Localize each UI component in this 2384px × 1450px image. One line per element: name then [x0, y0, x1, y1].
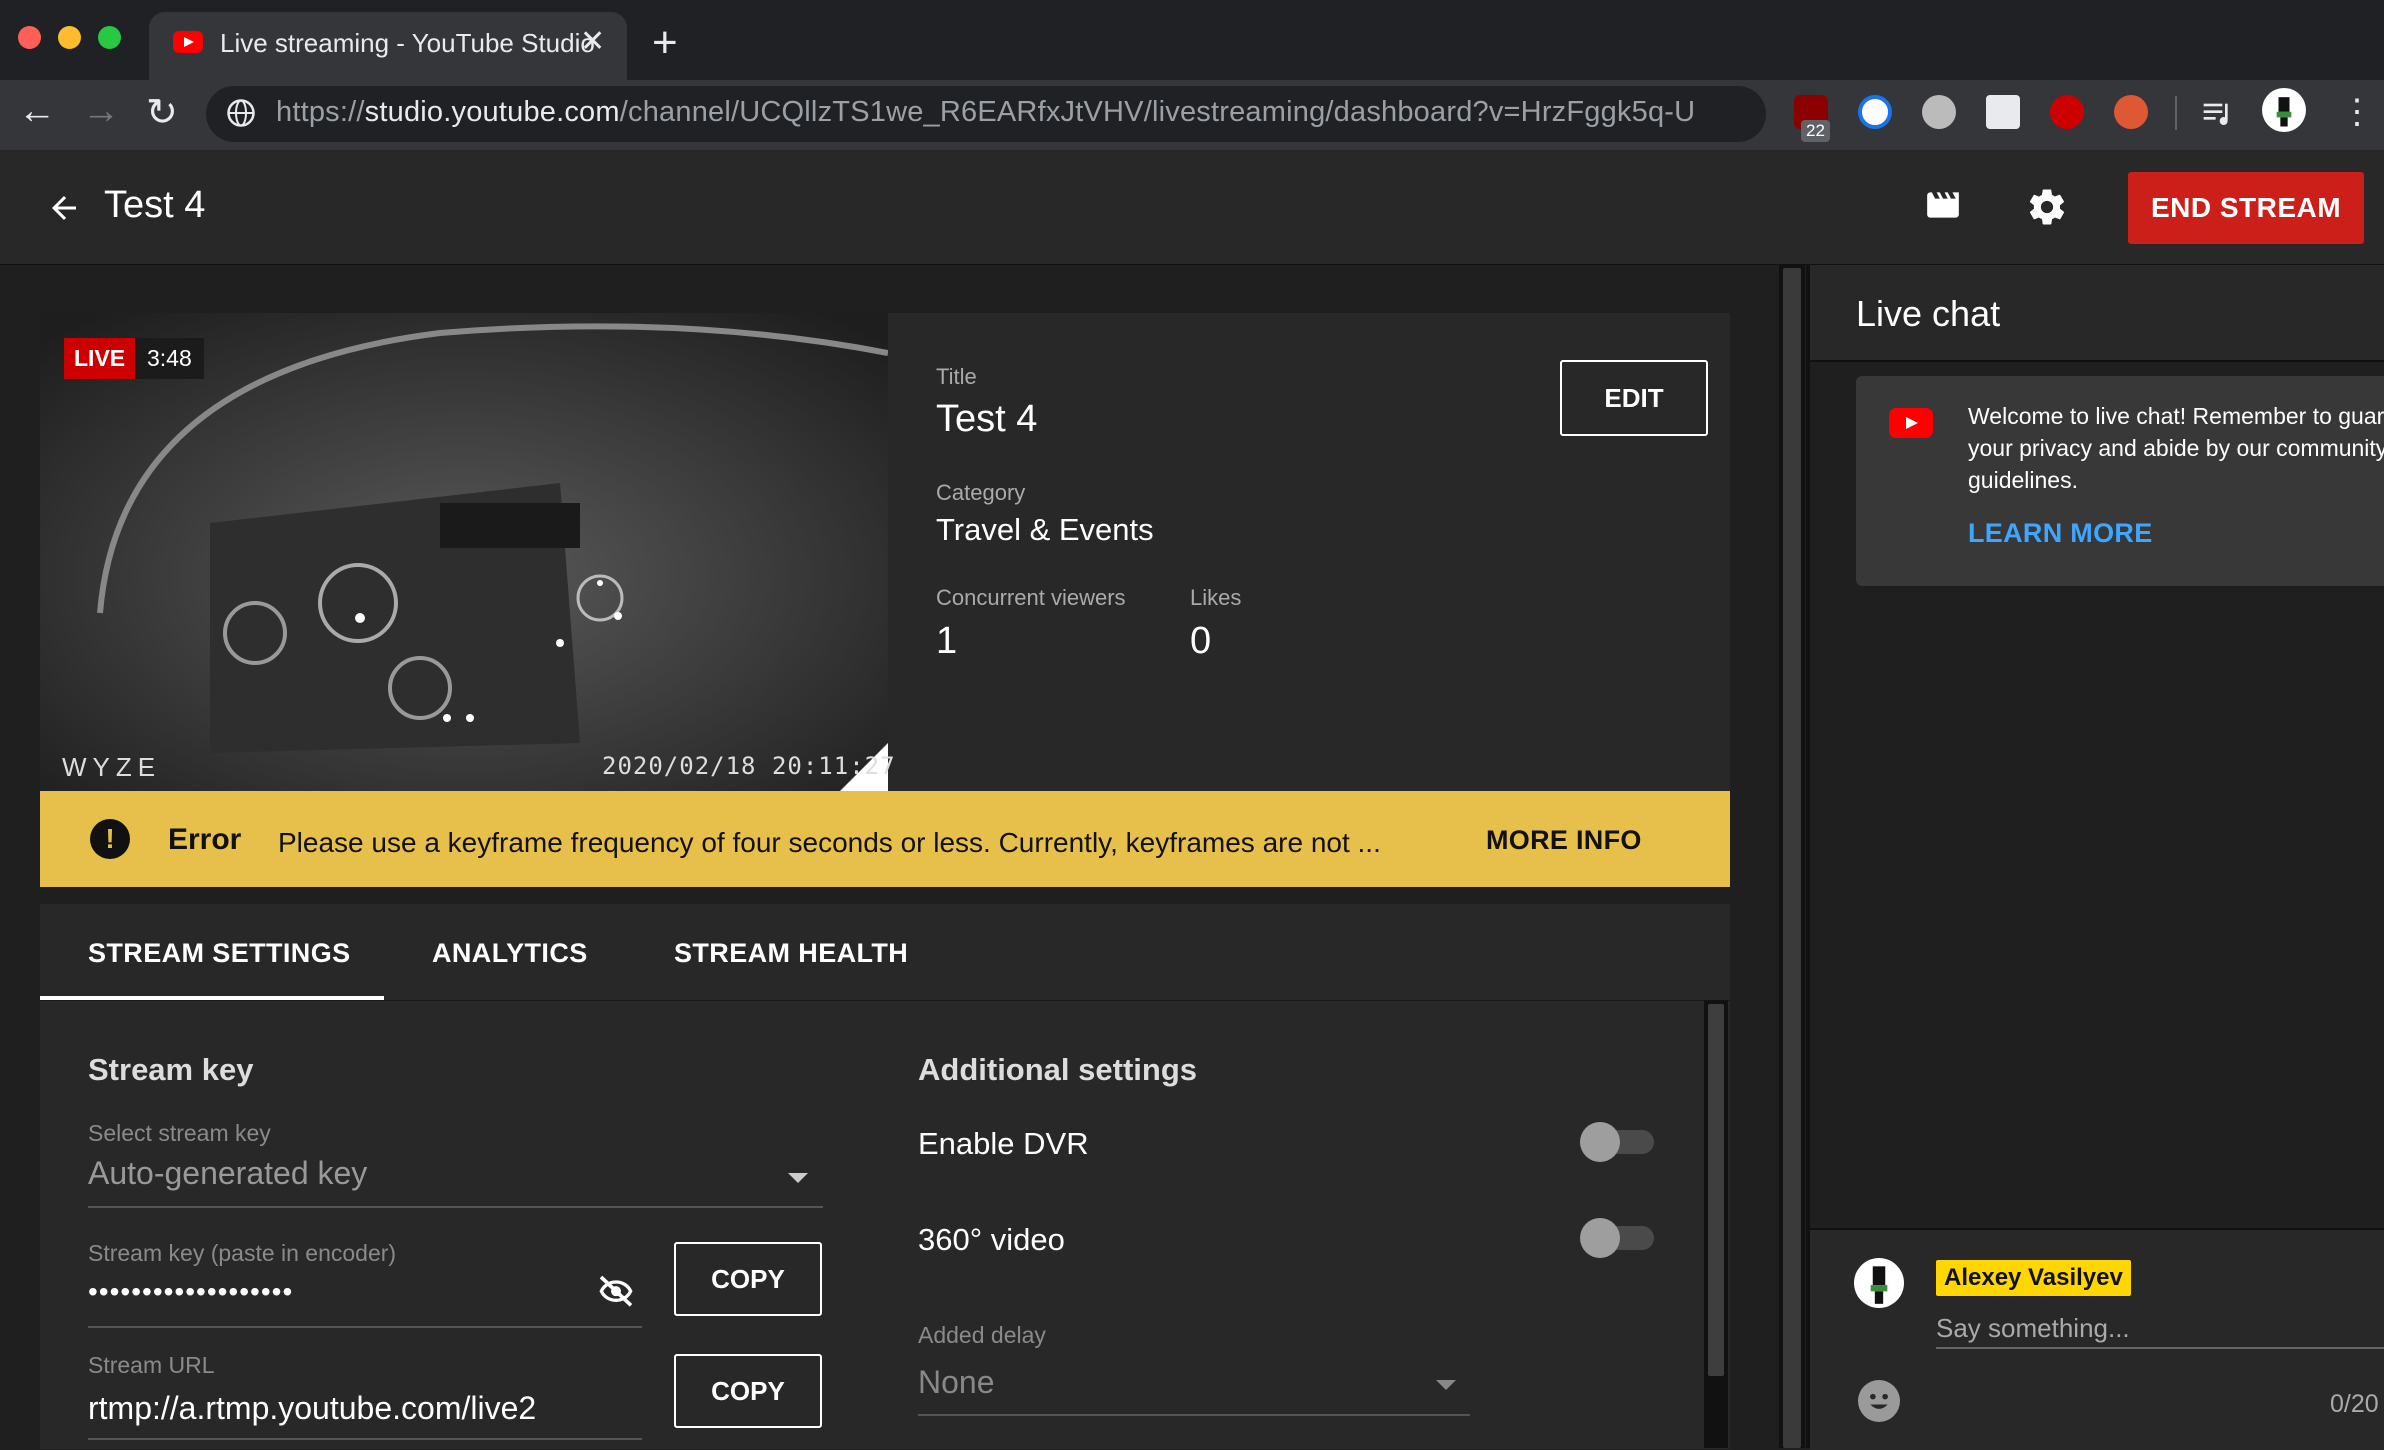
url-host: studio.youtube.com: [364, 96, 620, 128]
toolbar-separator: [2175, 96, 2177, 130]
page-title: Test 4: [104, 184, 206, 226]
select-underline: [88, 1206, 823, 1208]
stream-url-underline: [88, 1438, 642, 1440]
emoji-icon[interactable]: [1858, 1380, 1900, 1422]
extension-badge: 22: [1801, 120, 1830, 142]
settings-scrollbar-thumb[interactable]: [1708, 1004, 1724, 1376]
edit-button[interactable]: EDIT: [1560, 360, 1708, 436]
viewers-label: Concurrent viewers: [936, 585, 1126, 610]
category-label: Category: [936, 480, 1026, 505]
chevron-down-icon[interactable]: [788, 1173, 808, 1183]
camera-watermark: WYZE: [62, 752, 162, 782]
stream-category: Travel & Events: [936, 512, 1154, 547]
stream-title: Test 4: [936, 398, 1038, 440]
youtube-logo-icon: [1889, 408, 1933, 438]
live-chat-title: Live chat: [1856, 293, 2001, 334]
chat-username: Alexey Vasilyev: [1936, 1260, 2131, 1296]
title-label: Title: [936, 364, 977, 389]
url-scheme: https://: [276, 96, 365, 128]
live-badge: LIVE: [64, 338, 136, 379]
stream-key-label: Stream key (paste in encoder): [88, 1240, 397, 1266]
copy-stream-url-button[interactable]: COPY: [674, 1354, 822, 1428]
tools-extension-icon[interactable]: [1986, 95, 2020, 129]
stream-key-underline: [88, 1326, 642, 1328]
forward-button[interactable]: →: [82, 90, 120, 133]
new-tab-button[interactable]: +: [652, 18, 678, 68]
browser-menu-icon[interactable]: ⋮: [2340, 92, 2374, 132]
more-info-button[interactable]: MORE INFO: [1486, 825, 1642, 856]
tab-stream-health[interactable]: STREAM HEALTH: [674, 938, 908, 969]
video-360-toggle-knob[interactable]: [1580, 1218, 1620, 1258]
stream-key-heading: Stream key: [88, 1052, 254, 1087]
copy-stream-key-button[interactable]: COPY: [674, 1242, 822, 1316]
tab-close-icon[interactable]: ✕: [580, 24, 605, 59]
end-stream-button[interactable]: END STREAM: [2128, 172, 2364, 244]
blocker-extension-icon[interactable]: [1858, 95, 1892, 129]
added-delay-select[interactable]: None: [918, 1364, 995, 1401]
settings-gear-icon[interactable]: [2026, 186, 2068, 228]
globe-icon: [227, 99, 255, 127]
main-scrollbar-thumb[interactable]: [1783, 268, 1801, 1448]
error-title: Error: [168, 823, 242, 856]
clapperboard-icon[interactable]: [1922, 186, 1964, 224]
stream-preview[interactable]: [40, 313, 888, 791]
learn-more-link[interactable]: LEARN MORE: [1968, 518, 2153, 549]
youtube-favicon-icon: [173, 31, 203, 53]
stream-url-label: Stream URL: [88, 1352, 215, 1378]
window-close-button[interactable]: [18, 26, 41, 49]
stream-key-field[interactable]: •••••••••••••••••••: [88, 1276, 293, 1308]
browser-profile-avatar[interactable]: [2262, 88, 2306, 132]
duckduckgo-extension-icon[interactable]: [2114, 95, 2148, 129]
video-360-label: 360° video: [918, 1222, 1065, 1257]
select-stream-key-value[interactable]: Auto-generated key: [88, 1155, 367, 1192]
back-button[interactable]: ←: [18, 90, 56, 133]
error-message: Please use a keyframe frequency of four …: [278, 827, 1381, 858]
reload-button[interactable]: ↻: [146, 90, 178, 135]
likes-count: 0: [1190, 620, 1212, 662]
camera-timestamp: 2020/02/18 20:11:27: [602, 752, 896, 780]
url-text: https://studio.youtube.com/channel/UCQll…: [276, 96, 1695, 129]
youtube-extension-icon[interactable]: [2050, 95, 2084, 129]
select-stream-key-label: Select stream key: [88, 1120, 271, 1146]
tab-stream-settings[interactable]: STREAM SETTINGS: [88, 938, 351, 969]
tab-title: Live streaming - YouTube Studio: [220, 28, 595, 58]
hide-key-eye-icon[interactable]: [596, 1272, 636, 1312]
delay-chevron-down-icon[interactable]: [1436, 1380, 1456, 1390]
chat-input[interactable]: Say something...: [1936, 1313, 2130, 1344]
enable-dvr-toggle-knob[interactable]: [1580, 1122, 1620, 1162]
enable-dvr-label: Enable DVR: [918, 1126, 1089, 1161]
added-delay-label: Added delay: [918, 1322, 1046, 1348]
welcome-text: Welcome to live chat! Remember to guard …: [1968, 403, 2384, 493]
stream-settings-panel: [40, 1000, 1730, 1449]
additional-settings-heading: Additional settings: [918, 1052, 1197, 1087]
stream-url-field[interactable]: rtmp://a.rtmp.youtube.com/live2: [88, 1390, 536, 1427]
tab-analytics[interactable]: ANALYTICS: [432, 938, 588, 969]
user-avatar: [1854, 1258, 1904, 1308]
error-icon: !: [90, 819, 130, 859]
window-minimize-button[interactable]: [58, 26, 81, 49]
window-maximize-button[interactable]: [98, 26, 121, 49]
chat-input-underline: [1936, 1347, 2384, 1349]
viewers-count: 1: [936, 620, 958, 662]
back-arrow-icon[interactable]: [44, 190, 84, 226]
media-queue-icon[interactable]: [2200, 97, 2234, 129]
command-extension-icon[interactable]: [1922, 95, 1956, 129]
likes-label: Likes: [1190, 585, 1242, 610]
delay-underline: [918, 1414, 1470, 1416]
chat-char-count: 0/20: [2330, 1390, 2379, 1418]
url-path: /channel/UCQllzTS1we_R6EARfxJtVHV/livest…: [619, 96, 1696, 128]
live-elapsed-time: 3:48: [135, 338, 204, 379]
